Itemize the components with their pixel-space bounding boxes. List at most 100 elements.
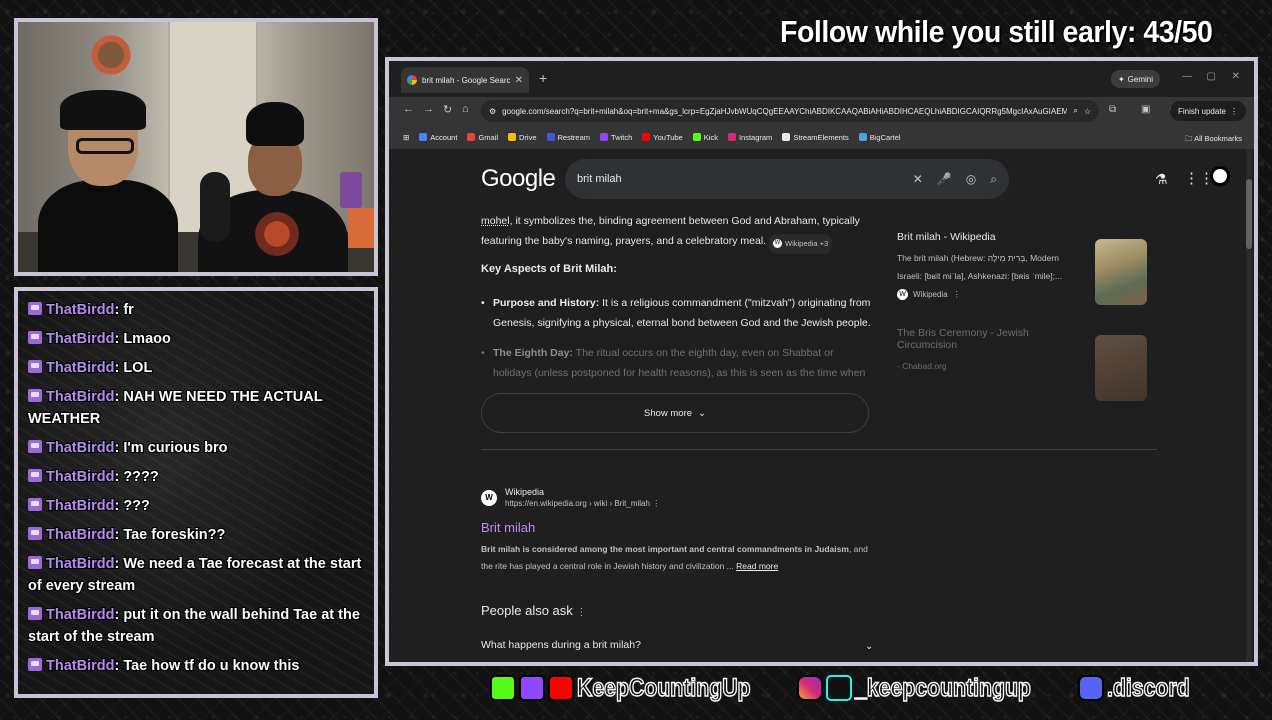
address-bar[interactable]: ⚙ google.com/search?q=brit+milah&oq=brit…: [481, 100, 1099, 122]
minimize-icon[interactable]: —: [1182, 71, 1192, 82]
source-chip-label: Wikipedia +3: [785, 238, 829, 248]
search-input[interactable]: brit milah ✕ 🎤 ◎ ⌕: [565, 159, 1009, 199]
source-chip[interactable]: W Wikipedia +3: [769, 233, 833, 254]
bookmark-item[interactable]: Instagram: [727, 133, 772, 142]
source-title: The Bris Ceremony - Jewish Circumcision: [897, 327, 1029, 351]
ai-overview-intro: mohel, it symbolizes the, binding agreem…: [481, 211, 871, 254]
chat-username[interactable]: ThatBirdd: [46, 498, 114, 514]
extensions-icon[interactable]: ⧉: [1109, 104, 1116, 115]
bookmark-favicon-icon: [600, 133, 609, 141]
all-bookmarks-button[interactable]: 🗀 All Bookmarks: [1185, 133, 1242, 146]
chat-username[interactable]: ThatBirdd: [46, 556, 114, 572]
bookmark-label: Twitch: [611, 132, 633, 142]
lens-icon[interactable]: ⌕: [1073, 106, 1077, 116]
chat-username[interactable]: ThatBirdd: [46, 658, 114, 674]
ai-overview-heading: Key Aspects of Brit Milah:: [481, 263, 617, 275]
wikipedia-icon: W: [773, 239, 783, 248]
sparkle-icon: ✦: [1117, 74, 1125, 84]
bookmark-favicon-icon: [727, 133, 736, 141]
people-also-ask-question[interactable]: What happens during a brit milah?: [481, 639, 869, 651]
site-info-icon[interactable]: ⚙: [489, 107, 496, 116]
show-more-label: Show more: [643, 407, 693, 419]
bookmark-label: Restream: [557, 132, 591, 142]
source-thumbnail: [1095, 239, 1147, 305]
close-window-icon[interactable]: ✕: [1232, 71, 1240, 82]
bookmark-item[interactable]: YouTube: [642, 133, 683, 142]
twitch-icon: [519, 675, 545, 701]
browser-toolbar: ← → ↻ ⌂ ⚙ google.com/search?q=brit+milah…: [389, 97, 1254, 125]
bookmark-item[interactable]: Restream: [546, 132, 591, 142]
clear-search-icon[interactable]: ✕: [913, 172, 923, 186]
bookmark-label: Account: [430, 132, 458, 142]
bookmark-label: Kick: [703, 132, 718, 142]
bookmark-item[interactable]: BigCartel: [858, 132, 901, 142]
bookmark-star-icon[interactable]: ☆: [1084, 107, 1091, 116]
chat-username[interactable]: ThatBirdd: [46, 440, 114, 456]
search-results-page: Google brit milah ✕ 🎤 ◎ ⌕ ⚗ ⋮ ⋮ ⋮ mohel, i…: [389, 149, 1254, 662]
scrollbar-thumb[interactable]: [1246, 179, 1252, 249]
back-icon[interactable]: ←: [403, 103, 414, 115]
chat-separator: :: [114, 658, 120, 674]
bookmark-favicon-icon: [692, 133, 701, 141]
finish-update-button[interactable]: Finish update ⋮: [1169, 101, 1246, 121]
source-card[interactable]: Brit milah - Wikipedia The brit milah (H…: [897, 231, 1147, 327]
tab-title: brit milah - Google Search: [422, 75, 510, 85]
bookmark-item[interactable]: Account: [419, 133, 457, 142]
chat-username[interactable]: ThatBirdd: [46, 302, 114, 318]
tab-google-search[interactable]: brit milah - Google Search ✕: [401, 67, 529, 93]
camera-lens-icon[interactable]: ◎: [966, 172, 976, 186]
show-more-button[interactable]: Show more ⌄: [481, 393, 869, 433]
chat-username[interactable]: ThatBirdd: [46, 360, 114, 376]
tab-close-icon[interactable]: ✕: [515, 75, 523, 86]
apps-grid-icon[interactable]: ⊞: [403, 133, 409, 142]
bookmark-item[interactable]: StreamElements: [782, 133, 849, 142]
source-thumbnail: [1095, 335, 1147, 401]
chevron-down-icon[interactable]: ⌄: [865, 641, 873, 652]
read-more-link[interactable]: Read more: [736, 561, 778, 571]
chat-username[interactable]: ThatBirdd: [46, 469, 114, 485]
new-tab-button[interactable]: +: [539, 70, 547, 86]
home-icon[interactable]: ⌂: [462, 103, 469, 115]
result-site[interactable]: W Wikipedia https://en.wikipedia.org › w…: [481, 487, 881, 508]
bookmark-item[interactable]: Twitch: [600, 133, 632, 142]
search-icon[interactable]: ⌕: [990, 172, 997, 187]
bookmark-item[interactable]: Drive: [508, 133, 537, 142]
google-logo[interactable]: Google: [481, 165, 556, 193]
more-vert-icon[interactable]: ⋮: [953, 290, 961, 299]
chat-username[interactable]: ThatBirdd: [46, 389, 114, 405]
source-description: - Chabad.org: [897, 361, 947, 371]
gemini-button[interactable]: ✦ Gemini: [1110, 70, 1160, 88]
webcam-microphone: [200, 172, 230, 242]
chat-username[interactable]: ThatBirdd: [46, 331, 114, 347]
labs-flask-icon[interactable]: ⚗: [1155, 171, 1168, 188]
google-favicon-icon: [407, 75, 417, 85]
chat-separator: :: [114, 469, 120, 485]
bookmark-item[interactable]: Kick: [692, 132, 718, 142]
forward-icon[interactable]: →: [423, 103, 434, 115]
side-panel-icon[interactable]: ▣: [1141, 104, 1150, 115]
chat-text: fr: [123, 302, 134, 318]
chat-text: Tae how tf do u know this: [123, 658, 300, 674]
more-vert-icon[interactable]: ⋮: [652, 499, 660, 508]
chat-text: LOL: [123, 360, 153, 376]
chat-username[interactable]: ThatBirdd: [46, 607, 114, 623]
bookmark-label: BigCartel: [869, 132, 901, 142]
all-bookmarks-label: All Bookmarks: [1194, 134, 1242, 143]
account-avatar[interactable]: [1210, 166, 1230, 186]
source-card[interactable]: The Bris Ceremony - Jewish Circumcision …: [897, 327, 1147, 423]
bookmark-label: Drive: [519, 132, 537, 142]
maximize-icon[interactable]: ▢: [1207, 71, 1216, 82]
follow-goal-text: Follow while you still early: 43/50: [780, 14, 1213, 49]
reload-icon[interactable]: ↻: [443, 103, 452, 116]
chat-username[interactable]: ThatBirdd: [46, 527, 114, 543]
more-vert-icon[interactable]: ⋮: [576, 607, 586, 618]
result-title-link[interactable]: Brit milah: [481, 520, 881, 535]
ai-overview-bullet: Purpose and History: It is a religious c…: [481, 293, 871, 333]
subscriber-badge-icon: [28, 331, 42, 344]
bookmark-item[interactable]: Gmail: [467, 133, 498, 142]
ai-overview-link[interactable]: mohel: [481, 215, 510, 227]
page-scrollbar[interactable]: [1246, 149, 1252, 662]
webcam-feed: [18, 22, 374, 272]
microphone-icon[interactable]: 🎤: [937, 172, 952, 186]
chat-message: ThatBirdd: fr: [28, 299, 364, 321]
